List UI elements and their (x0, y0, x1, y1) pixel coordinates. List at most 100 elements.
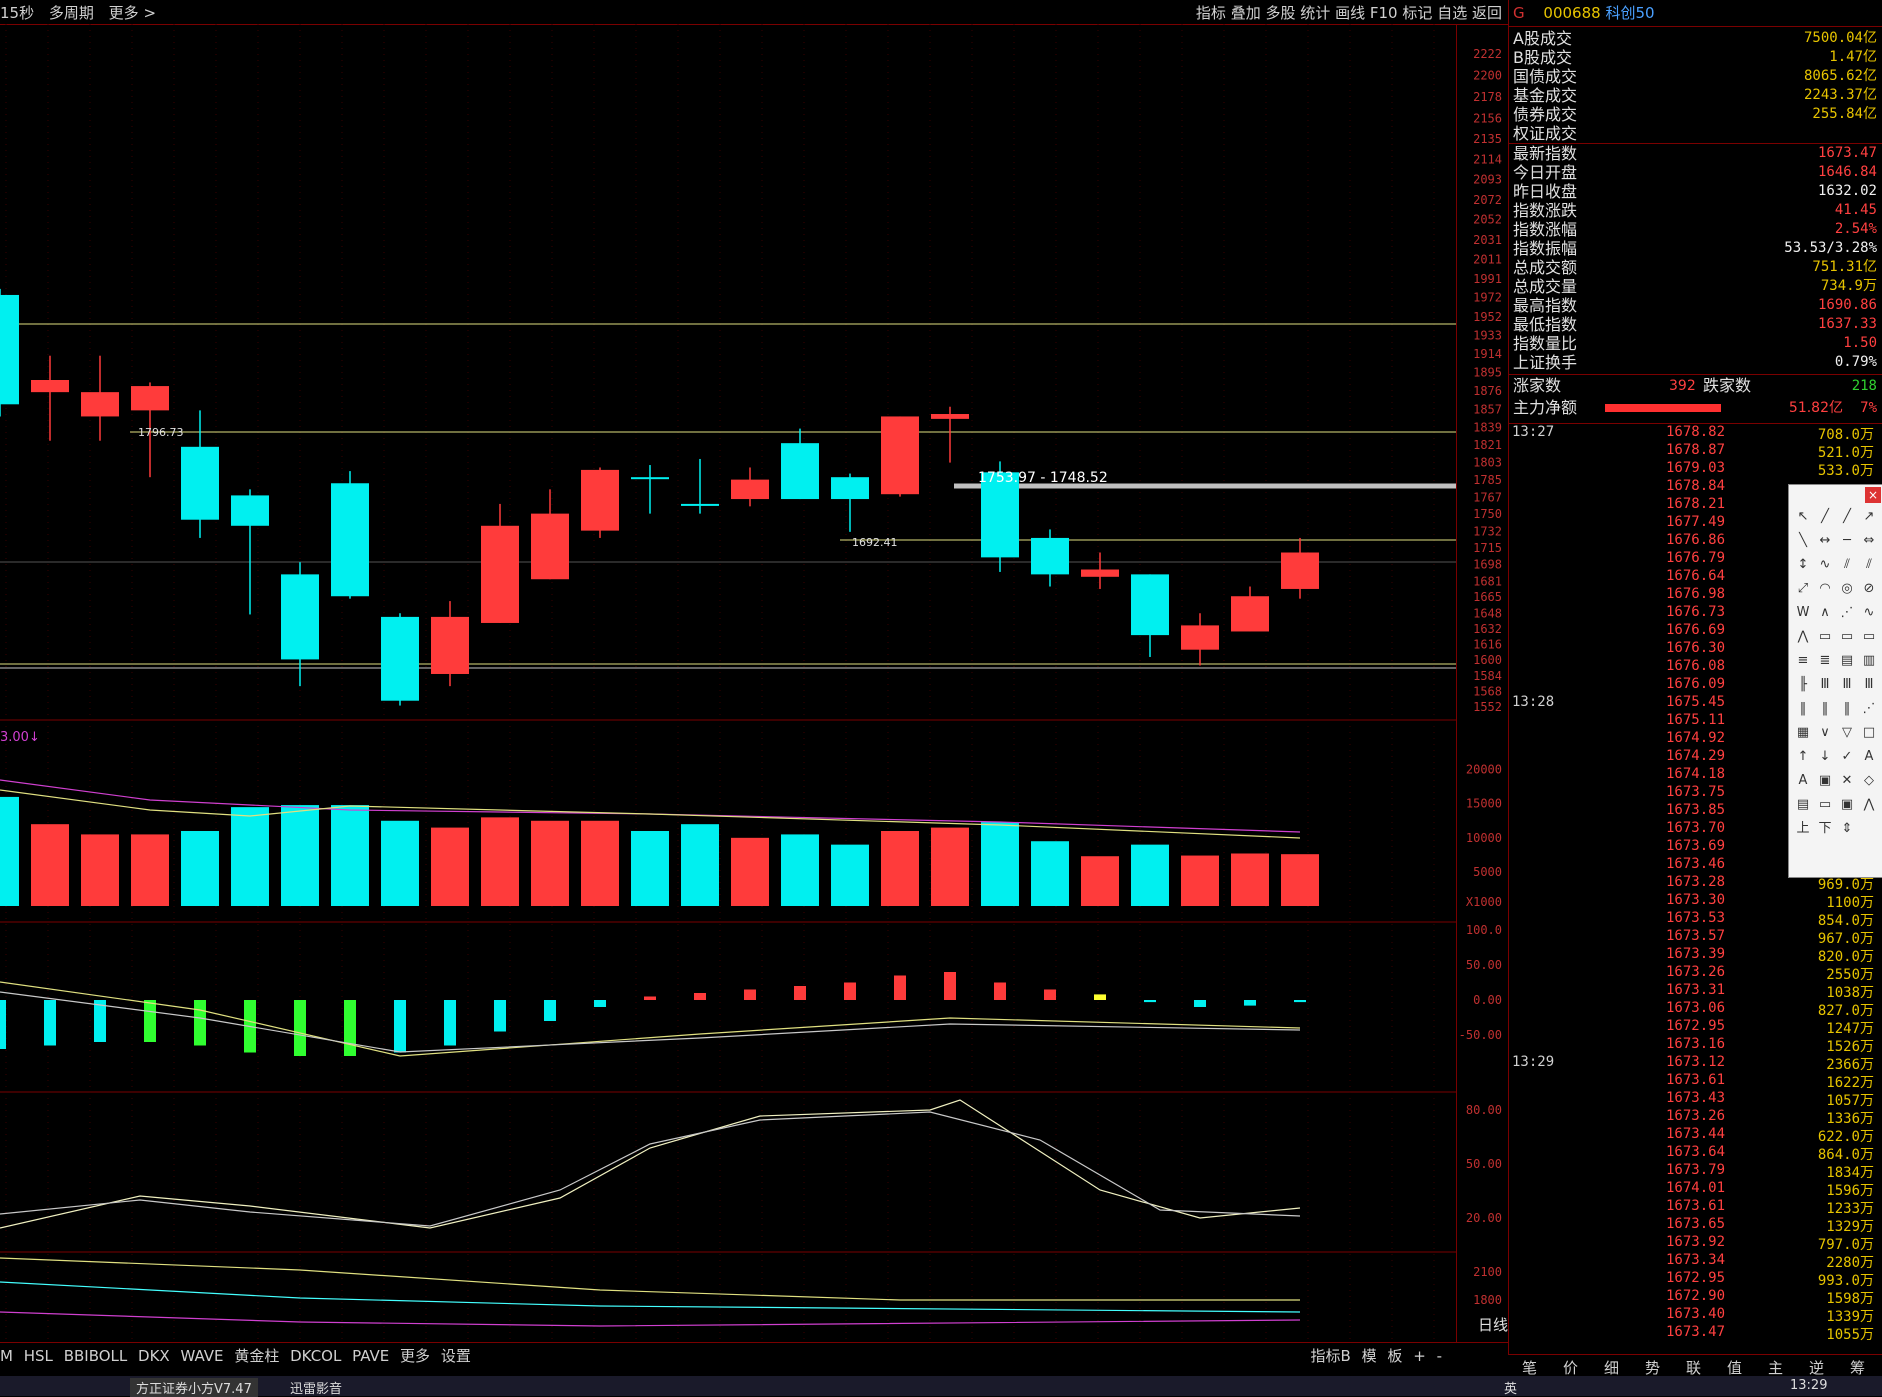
draw-tool-icon[interactable]: W (1793, 603, 1813, 623)
taskbar-app-2[interactable]: 迅雷影音 (290, 1378, 342, 1397)
draw-tool-icon[interactable]: ↑ (1793, 747, 1813, 767)
quote-tab[interactable]: 主 (1768, 1357, 1783, 1378)
price-tick-label: 1839 (1473, 420, 1502, 434)
draw-tool-icon[interactable]: ⋰ (1837, 603, 1857, 623)
draw-tool-icon[interactable]: Ⅲ (1837, 675, 1857, 695)
tab-settings[interactable]: 设置 (441, 1347, 471, 1365)
draw-tool-icon[interactable]: ▭ (1837, 627, 1857, 647)
draw-tool-icon[interactable]: ▣ (1837, 795, 1857, 815)
board-button[interactable]: 板 (1387, 1347, 1402, 1365)
draw-tool-icon[interactable]: ╟ (1793, 675, 1813, 695)
draw-tool-icon[interactable]: ∿ (1859, 603, 1879, 623)
draw-tool-icon[interactable]: ≣ (1815, 651, 1835, 671)
draw-tool-icon[interactable]: ⋀ (1859, 795, 1879, 815)
menu-stats[interactable]: 统计 (1300, 4, 1330, 22)
draw-tool-icon[interactable]: ↔ (1815, 531, 1835, 551)
menu-indicator[interactable]: 指标 (1196, 4, 1226, 22)
multi-period-button[interactable]: 多周期 (49, 4, 94, 22)
draw-tool-icon[interactable]: ▣ (1815, 771, 1835, 791)
draw-tool-icon[interactable]: ╲ (1793, 531, 1813, 551)
draw-tool-icon[interactable]: Ⅲ (1815, 675, 1835, 695)
menu-watchlist[interactable]: 自选 (1437, 4, 1467, 22)
draw-tool-icon[interactable]: ↓ (1815, 747, 1835, 767)
draw-tool-icon[interactable]: ⋰ (1859, 699, 1879, 719)
menu-multi-stock[interactable]: 多股 (1266, 4, 1296, 22)
tab-hsl[interactable]: HSL (24, 1347, 53, 1365)
draw-tool-icon[interactable]: ⋀ (1793, 627, 1813, 647)
tab-dkcol[interactable]: DKCOL (290, 1347, 341, 1365)
draw-tool-icon[interactable]: ↗ (1859, 507, 1879, 527)
taskbar-app-1[interactable]: 方正证券小方V7.47 (130, 1378, 258, 1397)
quote-tab[interactable]: 价 (1563, 1357, 1578, 1378)
draw-tool-icon[interactable]: A (1793, 771, 1813, 791)
kline-chart[interactable]: 2222 2200 2178 2156 2135 2114 2093 2072 2052 2031… (0, 24, 1508, 1342)
draw-tool-icon[interactable]: 下 (1815, 819, 1835, 839)
draw-tool-icon[interactable]: ╱ (1815, 507, 1835, 527)
period-15s[interactable]: 15秒 (0, 4, 34, 22)
draw-tool-icon[interactable]: ∧ (1815, 603, 1835, 623)
draw-tool-icon[interactable]: Ⅲ (1859, 675, 1879, 695)
menu-back[interactable]: 返回 (1472, 4, 1502, 22)
quote-tab[interactable]: 笔 (1522, 1357, 1537, 1378)
draw-tool-icon[interactable]: ≡ (1793, 651, 1813, 671)
draw-tool-icon[interactable]: ◠ (1815, 579, 1835, 599)
zoom-in-button[interactable]: + (1413, 1347, 1426, 1365)
draw-tool-icon[interactable]: ▽ (1837, 723, 1857, 743)
menu-mark[interactable]: 标记 (1402, 4, 1432, 22)
draw-tool-icon[interactable]: 上 (1793, 819, 1813, 839)
draw-tool-icon[interactable]: ‖ (1815, 699, 1835, 719)
draw-tool-icon[interactable]: ⤢ (1793, 579, 1813, 599)
draw-tool-icon[interactable]: ✓ (1837, 747, 1857, 767)
tab-more[interactable]: 更多 (400, 1347, 430, 1365)
draw-tool-icon[interactable]: ▦ (1793, 723, 1813, 743)
draw-tool-icon[interactable]: ╱ (1837, 507, 1857, 527)
quote-tab[interactable]: 细 (1604, 1357, 1619, 1378)
ime-indicator[interactable]: 英 (1504, 1378, 1517, 1397)
quote-tab[interactable]: 联 (1686, 1357, 1701, 1378)
tab-bbiboll[interactable]: BBIBOLL (64, 1347, 128, 1365)
tab-wave[interactable]: WAVE (180, 1347, 223, 1365)
draw-tool-icon[interactable] (1859, 819, 1879, 839)
draw-tool-icon[interactable]: ─ (1837, 531, 1857, 551)
draw-tool-icon[interactable]: ⫽ (1859, 555, 1879, 575)
indicator-b-button[interactable]: 指标B (1311, 1347, 1351, 1365)
draw-tool-icon[interactable]: ▤ (1837, 651, 1857, 671)
draw-tool-icon[interactable]: ⇔ (1859, 531, 1879, 551)
more-button[interactable]: 更多 > (109, 4, 156, 22)
draw-tool-icon[interactable]: ✕ (1837, 771, 1857, 791)
draw-tool-icon[interactable]: ↖ (1793, 507, 1813, 527)
draw-tool-icon[interactable]: ‖ (1793, 699, 1813, 719)
menu-overlay[interactable]: 叠加 (1231, 4, 1261, 22)
draw-tool-icon[interactable]: ⫽ (1837, 555, 1857, 575)
draw-tool-icon[interactable]: ∨ (1815, 723, 1835, 743)
tick-row: 1673.16 1526万 (1508, 1036, 1882, 1055)
draw-tool-icon[interactable]: ▭ (1815, 795, 1835, 815)
draw-tool-icon[interactable]: A (1859, 747, 1879, 767)
draw-tool-icon[interactable]: ▥ (1859, 651, 1879, 671)
draw-tool-icon[interactable]: ◎ (1837, 579, 1857, 599)
quote-tab[interactable]: 势 (1645, 1357, 1660, 1378)
tab-dkx[interactable]: DKX (138, 1347, 170, 1365)
menu-f10[interactable]: F10 (1370, 4, 1398, 22)
draw-tool-icon[interactable]: ⊘ (1859, 579, 1879, 599)
draw-tool-icon[interactable]: ▭ (1859, 627, 1879, 647)
draw-tool-icon[interactable]: ▭ (1815, 627, 1835, 647)
template-button[interactable]: 模 (1362, 1347, 1377, 1365)
draw-tool-icon[interactable]: ◇ (1859, 771, 1879, 791)
quote-tab[interactable]: 筹 (1850, 1357, 1865, 1378)
draw-tool-icon[interactable]: ‖ (1837, 699, 1857, 719)
tab-gold-bar[interactable]: 黄金柱 (234, 1347, 279, 1365)
quote-tab[interactable]: 逆 (1809, 1357, 1824, 1378)
tab-m[interactable]: M (0, 1347, 13, 1365)
draw-tool-icon[interactable]: ∿ (1815, 555, 1835, 575)
tab-pave[interactable]: PAVE (352, 1347, 389, 1365)
drawing-toolbox[interactable]: × ↖ ╱ ╱ ↗ ╲ ↔ ─ ⇔ ↕ ∿ ⫽ ⫽ ⤢ ◠ ◎ ⊘ W ∧ ⋰ ∿ ⋀ ▭ ▭ ▭ ≡ ≣ ▤ ▥ ╟ Ⅲ Ⅲ Ⅲ ‖ ‖ ‖ ⋰ ▦ ∨… (1788, 484, 1882, 878)
zoom-out-button[interactable]: - (1437, 1347, 1442, 1365)
draw-tool-icon[interactable]: ↕ (1793, 555, 1813, 575)
draw-tool-icon[interactable]: ⇕ (1837, 819, 1857, 839)
close-icon[interactable]: × (1865, 487, 1881, 503)
draw-tool-icon[interactable]: □ (1859, 723, 1879, 743)
draw-tool-icon[interactable]: ▤ (1793, 795, 1813, 815)
menu-draw[interactable]: 画线 (1335, 4, 1365, 22)
quote-tab[interactable]: 值 (1727, 1357, 1742, 1378)
